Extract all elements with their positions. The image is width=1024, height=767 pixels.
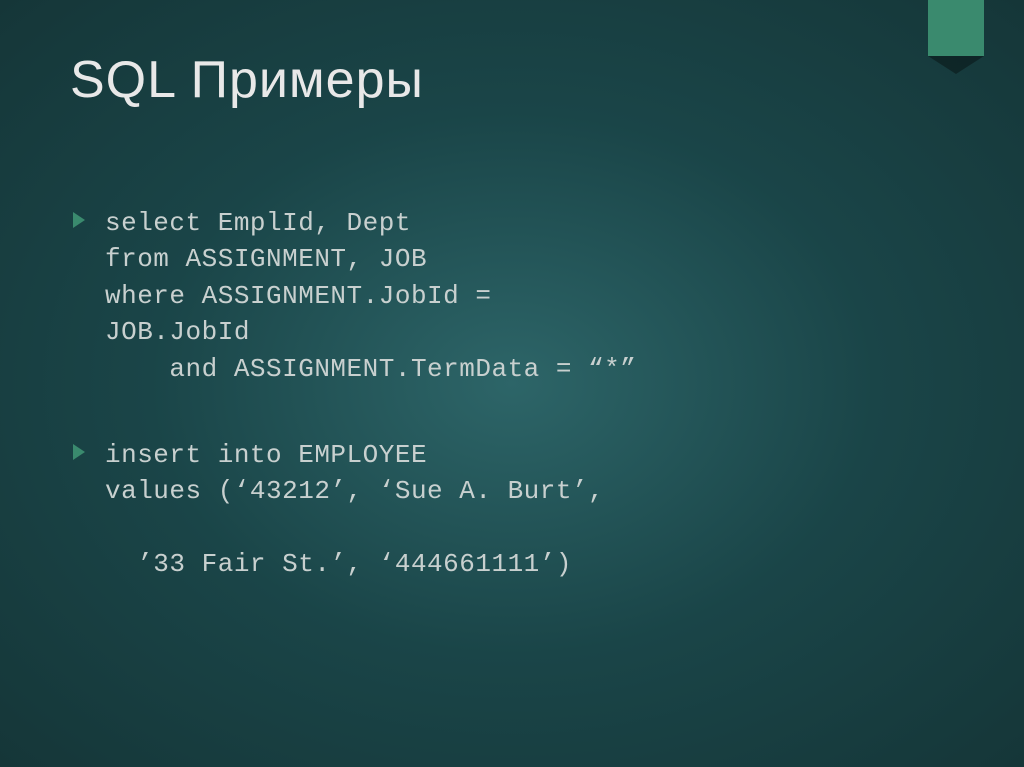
bullet-triangle-icon <box>73 212 85 228</box>
bullet-list: select EmplId, Dept from ASSIGNMENT, JOB… <box>105 205 954 583</box>
bullet-triangle-icon <box>73 444 85 460</box>
bullet-item: select EmplId, Dept from ASSIGNMENT, JOB… <box>105 205 954 387</box>
code-block: select EmplId, Dept from ASSIGNMENT, JOB… <box>105 205 954 387</box>
bullet-item: insert into EMPLOYEE values (‘43212’, ‘S… <box>105 437 954 583</box>
slide-content: SQL Примеры select EmplId, Dept from ASS… <box>0 0 1024 703</box>
decorative-corner-shadow <box>928 56 984 74</box>
decorative-corner-square <box>928 0 984 56</box>
slide-title: SQL Примеры <box>70 50 954 110</box>
code-block: insert into EMPLOYEE values (‘43212’, ‘S… <box>105 437 954 583</box>
